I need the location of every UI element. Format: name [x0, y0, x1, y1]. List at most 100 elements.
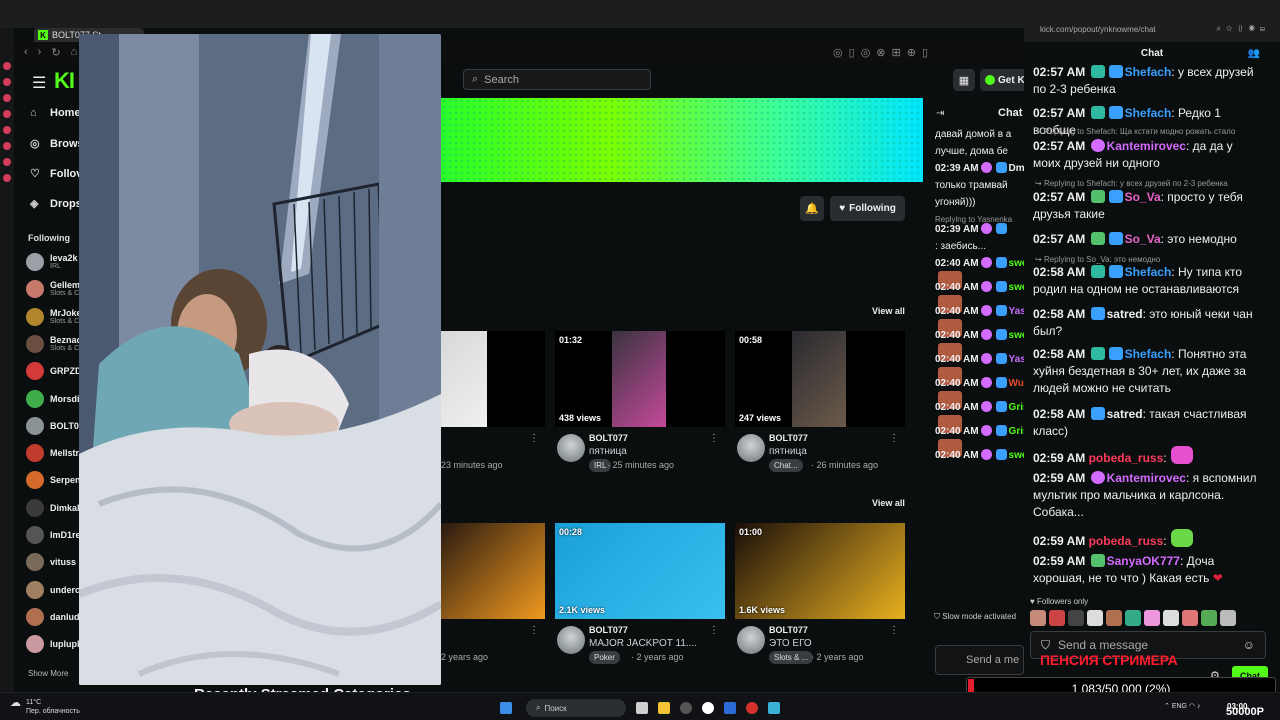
following-channel[interactable]: vituss: [26, 553, 76, 572]
following-channel[interactable]: underc: [26, 580, 80, 599]
clip-card[interactable]: 00:28 2.1K views BOLT077 MAJOR JACKPOT 11..…: [555, 523, 725, 674]
weather-widget[interactable]: ☁ 11°C Пер. облачность: [10, 698, 80, 716]
clip-card[interactable]: 2 years ago ⋮: [441, 523, 545, 674]
emote-icon[interactable]: [1106, 610, 1122, 626]
clip-card[interactable]: 01:00 1.6K views BOLT077 ЭТО ЕГО Slots & ...…: [735, 523, 905, 674]
following-channel[interactable]: danlud: [26, 607, 80, 626]
clip-title[interactable]: MAJOR JACKPOT 11....: [589, 638, 697, 649]
chat-username[interactable]: So_Va: [1125, 190, 1161, 204]
nav-following[interactable]: ♡ Follov: [30, 167, 82, 181]
clip-title[interactable]: пятница: [589, 446, 627, 457]
rail-icon[interactable]: [3, 94, 11, 102]
collapse-chat-icon[interactable]: ⇥: [936, 108, 944, 119]
chat-username[interactable]: Shefach: [1125, 106, 1172, 120]
taskbar-search[interactable]: ⌕ Поиск: [526, 699, 626, 717]
clip-channel[interactable]: BOLT077: [589, 625, 628, 635]
following-channel[interactable]: Serpen: [26, 471, 81, 490]
system-tray[interactable]: ⌃ ENG ◠ ♪: [1164, 702, 1200, 710]
following-channel[interactable]: Mellstr: [26, 444, 79, 463]
emote-icon[interactable]: [1049, 610, 1065, 626]
more-options-icon[interactable]: ⋮: [709, 433, 719, 444]
emote-icon[interactable]: [1144, 610, 1160, 626]
more-options-icon[interactable]: ⋮: [529, 433, 539, 444]
clip-card[interactable]: 00:58 247 views BOLT077 пятница Chat... · 26 …: [735, 331, 905, 482]
emote-icon[interactable]: [1201, 610, 1217, 626]
clip-card[interactable]: 23 minutes ago ⋮: [441, 331, 545, 482]
reload-icon[interactable]: ↻: [51, 46, 60, 59]
chat-username[interactable]: Kantemirovec: [1107, 139, 1186, 153]
more-options-icon[interactable]: ⋮: [709, 625, 719, 636]
users-icon[interactable]: 👥: [1248, 48, 1260, 59]
clip-channel[interactable]: BOLT077: [769, 625, 808, 635]
chat-username[interactable]: pobeda_russ: [1089, 451, 1164, 465]
get-kick-button[interactable]: Get K: [980, 69, 1030, 91]
clip-thumbnail[interactable]: 00:58 247 views: [735, 331, 905, 427]
show-more-link[interactable]: Show More: [28, 669, 68, 678]
rail-icon[interactable]: [3, 174, 11, 182]
clip-card[interactable]: 01:32 438 views BOLT077 пятница IRL · 25 minu…: [555, 331, 725, 482]
forward-icon[interactable]: ›: [38, 46, 42, 58]
following-channel[interactable]: luplupl: [26, 635, 80, 654]
chat-username[interactable]: Kantemirovec: [1107, 471, 1186, 485]
home-icon[interactable]: ⌂: [71, 46, 78, 58]
following-channel[interactable]: GRPZD: [26, 362, 82, 381]
chat-username[interactable]: satred: [1107, 307, 1143, 321]
emote-icon[interactable]: [1125, 610, 1141, 626]
chat-username[interactable]: satred: [1107, 407, 1143, 421]
clip-title[interactable]: ЭТО ЕГО: [769, 638, 812, 649]
app-icon[interactable]: [680, 702, 692, 714]
more-options-icon[interactable]: ⋮: [529, 625, 539, 636]
rail-icon[interactable]: [3, 126, 11, 134]
yandex-browser-icon[interactable]: [702, 702, 714, 714]
rail-icon[interactable]: [3, 158, 11, 166]
chat-username[interactable]: SanyaOK777: [1107, 554, 1180, 568]
extension-icons[interactable]: ◎▯◎⊗⊞⊕▯: [833, 46, 934, 59]
chat-username[interactable]: Shefach: [1125, 65, 1172, 79]
clip-channel[interactable]: BOLT077: [769, 433, 808, 443]
clip-category-tag[interactable]: Slots & ...: [769, 651, 814, 664]
following-channel[interactable]: Gellem Slots & C: [26, 280, 80, 299]
rail-icon[interactable]: [3, 110, 11, 118]
rail-icon[interactable]: [3, 62, 11, 70]
kick-logo[interactable]: KI: [54, 68, 75, 94]
hamburger-menu-icon[interactable]: ☰: [32, 73, 46, 93]
emote-icon[interactable]: [1030, 610, 1046, 626]
chat-username[interactable]: pobeda_russ: [1089, 534, 1164, 548]
clip-thumbnail[interactable]: 00:28 2.1K views: [555, 523, 725, 619]
following-channel[interactable]: leva2k IRL: [26, 253, 78, 271]
more-options-icon[interactable]: ⋮: [889, 625, 899, 636]
notification-bell-button[interactable]: 🔔: [800, 196, 824, 221]
chat-username[interactable]: So_Va: [1125, 232, 1161, 246]
start-icon[interactable]: [500, 702, 512, 714]
back-icon[interactable]: ‹: [24, 46, 28, 58]
nav-browse[interactable]: ◎ Brows: [30, 137, 84, 151]
following-channel[interactable]: Dimkal: [26, 498, 80, 517]
view-all-clips-link[interactable]: View all: [872, 306, 905, 316]
clip-thumbnail[interactable]: 01:00 1.6K views: [735, 523, 905, 619]
following-channel[interactable]: ImD1re: [26, 526, 81, 544]
rail-icon[interactable]: [3, 142, 11, 150]
more-options-icon[interactable]: ⋮: [889, 433, 899, 444]
clip-channel[interactable]: BOLT077: [589, 433, 628, 443]
emoji-icon[interactable]: ☺: [1243, 638, 1255, 652]
following-channel[interactable]: MrJoke Slots & C: [26, 307, 82, 326]
chat-username[interactable]: Dm: [1009, 163, 1025, 174]
clip-thumbnail[interactable]: 01:32 438 views: [555, 331, 725, 427]
emote-icon[interactable]: [1163, 610, 1179, 626]
emote-icon[interactable]: [1068, 610, 1084, 626]
following-channel[interactable]: Beznac Slots & C: [26, 334, 82, 353]
chat-username[interactable]: Shefach: [1125, 347, 1172, 361]
clip-thumbnail[interactable]: [441, 523, 545, 619]
task-view-icon[interactable]: [636, 702, 648, 714]
popout-address-bar[interactable]: kick.com/popout/ynknowme/chat ⌕☆▯◉⊟: [1024, 16, 1280, 42]
search-input[interactable]: ⌕ Search: [463, 69, 651, 90]
emote-icon[interactable]: [1087, 610, 1103, 626]
clip-thumbnail[interactable]: [441, 331, 545, 427]
window-controls-icon[interactable]: ⌕☆▯◉⊟: [1216, 24, 1270, 34]
clip-category-tag[interactable]: Poker: [589, 651, 620, 664]
emote-icon[interactable]: [1220, 610, 1236, 626]
following-channel[interactable]: Morsdi: [26, 389, 80, 408]
following-channel[interactable]: BOLT0: [26, 416, 79, 435]
view-all-clips-link[interactable]: View all: [872, 498, 905, 508]
clip-category-tag[interactable]: Chat...: [769, 459, 803, 472]
